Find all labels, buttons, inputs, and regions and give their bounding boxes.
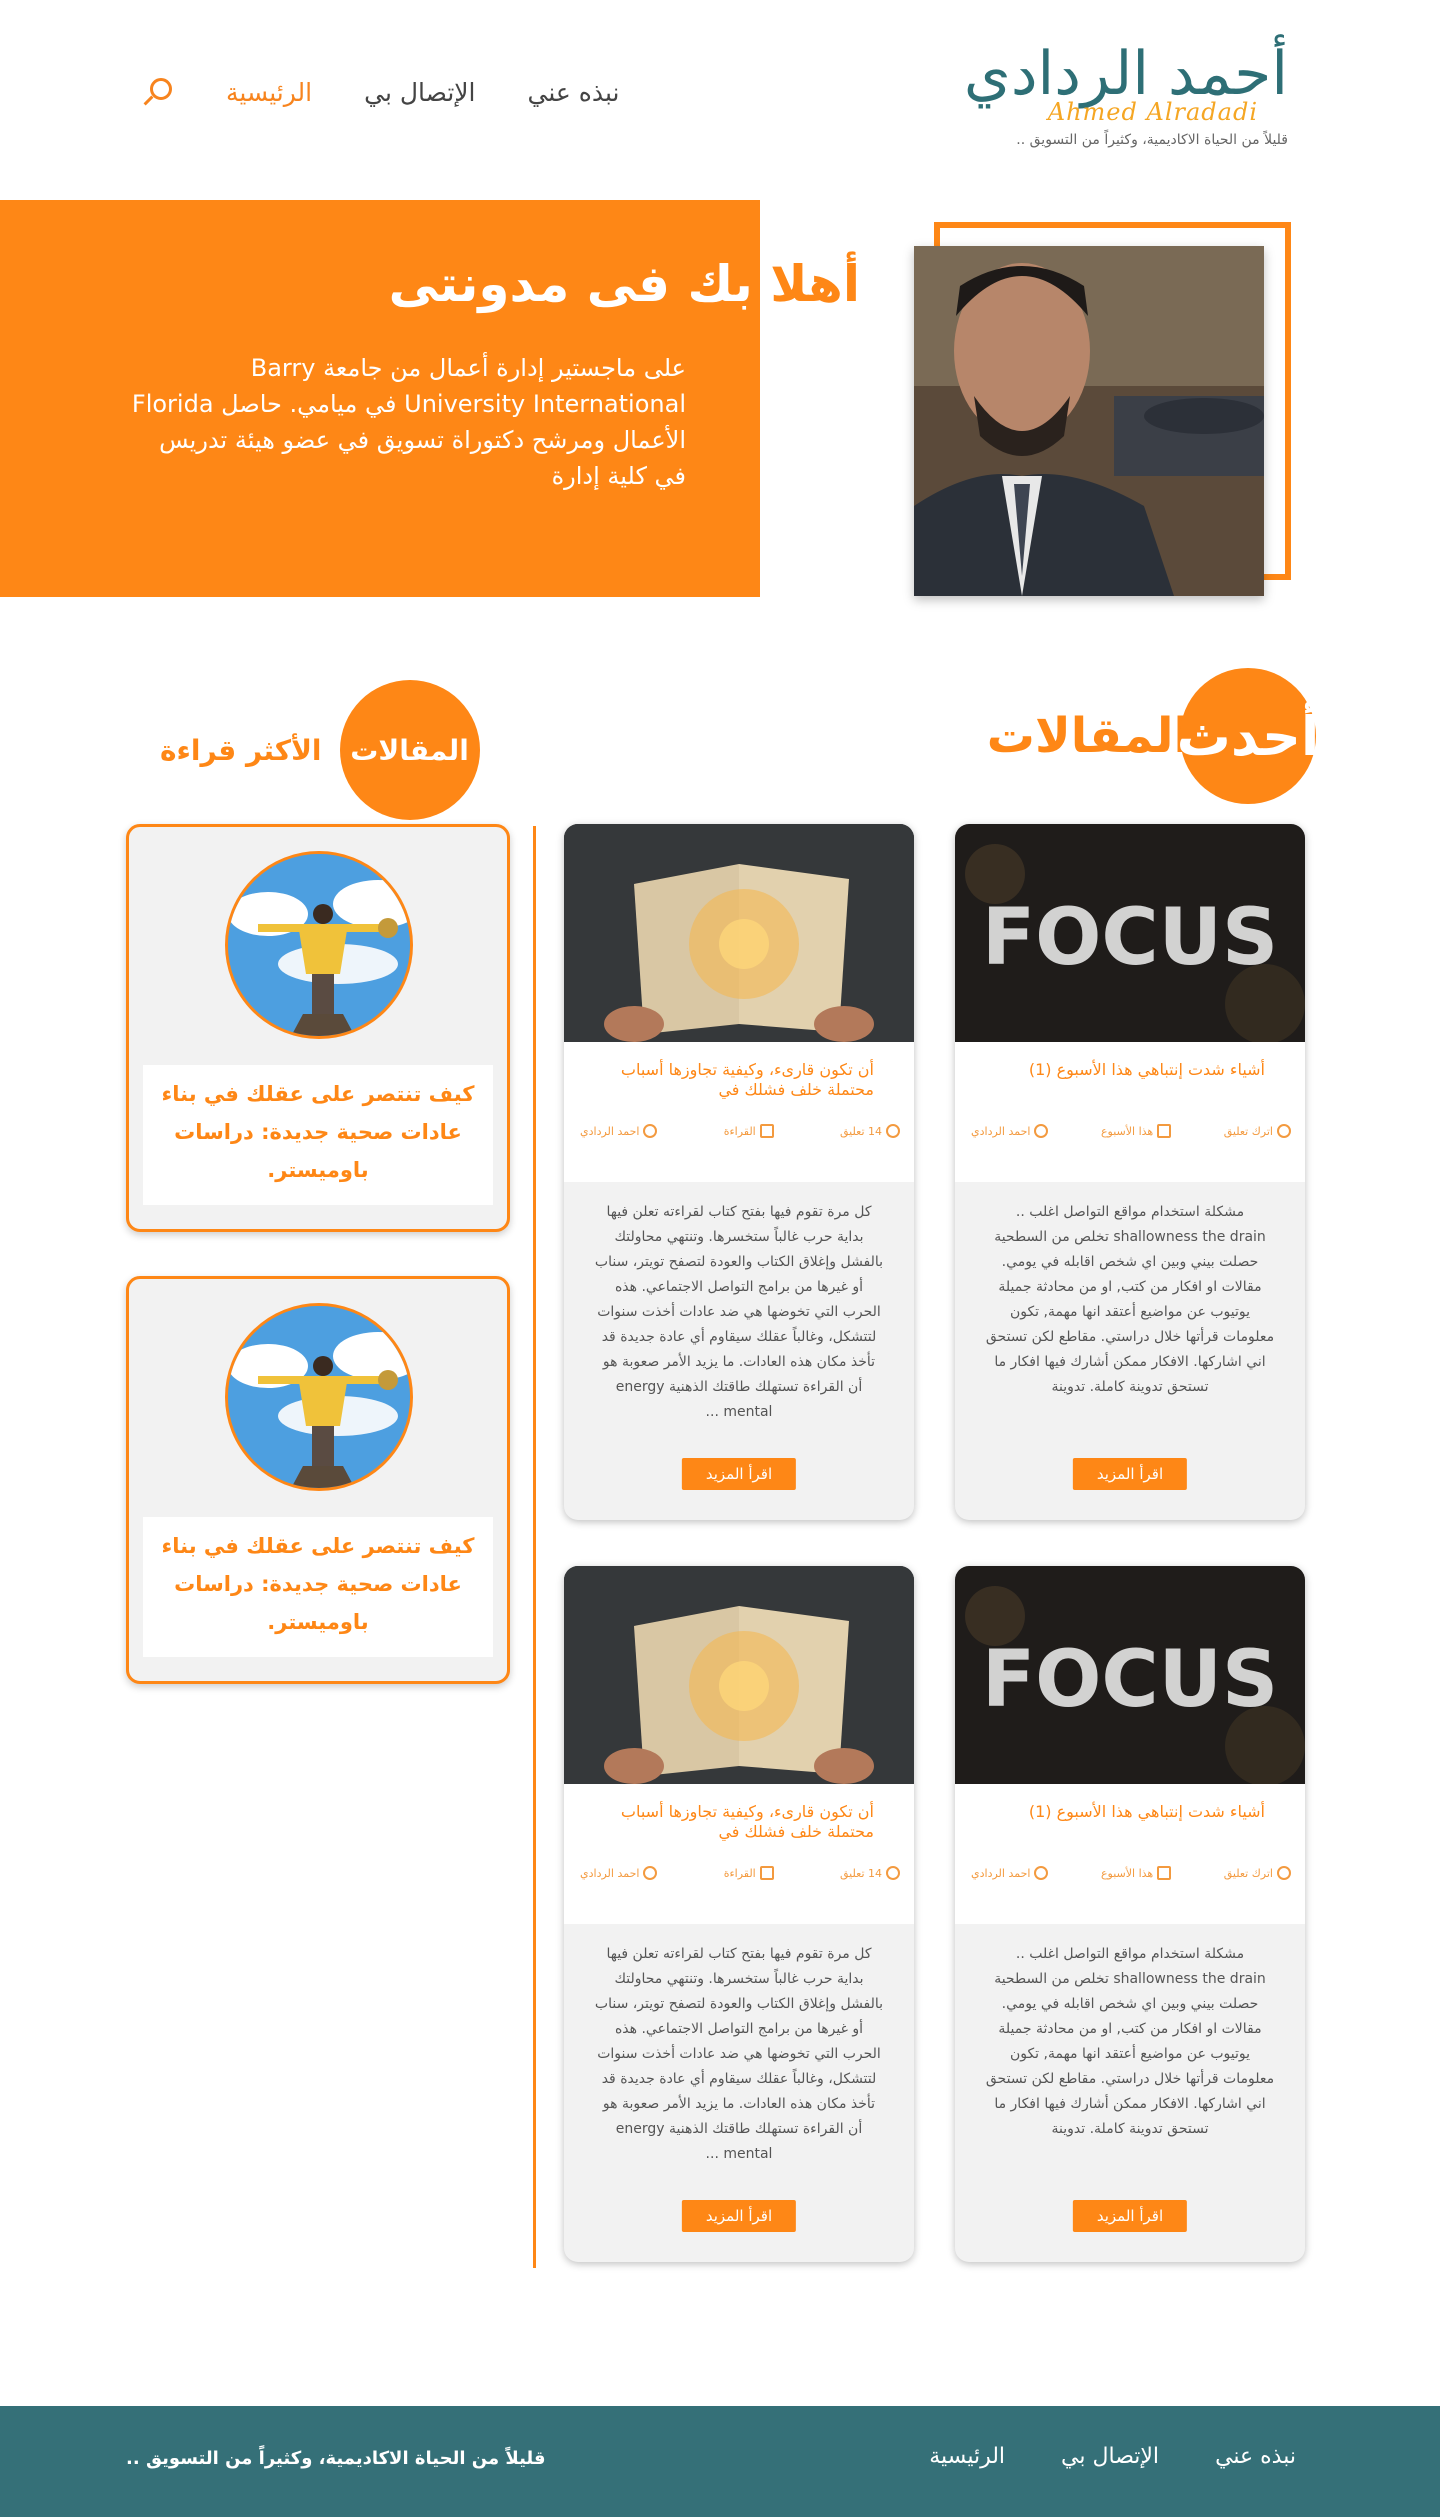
article-card[interactable]: أن تكون قارىء، وكيفية تجاوزها أسباب محتم… bbox=[564, 824, 914, 1520]
author-link[interactable]: احمد الردادي bbox=[580, 1866, 658, 1880]
comment-icon bbox=[886, 1124, 900, 1138]
article-title[interactable]: أن تكون قارىء، وكيفية تجاوزها أسباب محتم… bbox=[582, 1060, 874, 1100]
latest-articles-heading: المقالات أحدث bbox=[986, 668, 1319, 804]
author-link[interactable]: احمد الردادي bbox=[580, 1124, 658, 1138]
article-title[interactable]: أن تكون قارىء، وكيفية تجاوزها أسباب محتم… bbox=[582, 1802, 874, 1842]
main-nav: الرئيسية الإتصال بي نبذه عني bbox=[138, 74, 619, 110]
article-meta: 14 تعليق القراءة احمد الردادي bbox=[580, 1866, 900, 1880]
category-link[interactable]: هذا الأسبوع bbox=[1101, 1866, 1172, 1880]
svg-text:FOCUS: FOCUS bbox=[982, 893, 1278, 983]
hero-title-word1: أهلا bbox=[770, 255, 860, 313]
category-link[interactable]: هذا الأسبوع bbox=[1101, 1124, 1172, 1138]
article-title[interactable]: أشياء شدت إنتباهي هذا الأسبوع (1) bbox=[973, 1060, 1265, 1080]
author-photo bbox=[914, 246, 1264, 596]
popular-article-image bbox=[225, 1303, 413, 1491]
logo-arabic: أحمد الردادي bbox=[963, 39, 1288, 109]
comments-link[interactable]: 14 تعليق bbox=[840, 1124, 900, 1138]
comment-icon bbox=[1277, 1124, 1291, 1138]
popular-article-title[interactable]: كيف تنتصر على عقلك في بناء عادات صحية جد… bbox=[143, 1065, 493, 1205]
article-excerpt: كل مرة تقوم فيها بفتح كتاب لقراءته تعلن … bbox=[594, 1946, 884, 2162]
page: أحمد الردادي Ahmed Alradadi قليلاً من ال… bbox=[0, 0, 1440, 2517]
article-card[interactable]: FOCUS أشياء شدت إنتباهي هذا الأسبوع (1) … bbox=[955, 824, 1305, 1520]
book-image bbox=[564, 1566, 914, 1784]
article-meta: اترك تعليق هذا الأسبوع احمد الردادي bbox=[971, 1866, 1291, 1880]
article-card[interactable]: FOCUS أشياء شدت إنتباهي هذا الأسبوع (1) … bbox=[955, 1566, 1305, 2262]
user-icon bbox=[1034, 1866, 1049, 1880]
hero-text: على ماجستير إدارة أعمال من جامعة Barry U… bbox=[131, 354, 686, 490]
footer-nav-contact[interactable]: الإتصال بي bbox=[1061, 2444, 1159, 2469]
comment-icon bbox=[886, 1866, 900, 1880]
latest-heading-word2: المقالات bbox=[986, 708, 1190, 764]
read-more-button[interactable]: اقرأ المزيد bbox=[681, 2200, 797, 2232]
focus-image: FOCUS bbox=[955, 824, 1305, 1042]
svg-text:FOCUS: FOCUS bbox=[982, 1635, 1278, 1725]
article-meta: 14 تعليق القراءة احمد الردادي bbox=[580, 1124, 900, 1138]
category-icon bbox=[759, 1124, 774, 1138]
category-link[interactable]: القراءة bbox=[724, 1124, 774, 1138]
popular-article-card[interactable]: كيف تنتصر على عقلك في بناء عادات صحية جد… bbox=[126, 1276, 510, 1684]
user-icon bbox=[643, 1866, 658, 1880]
footer-nav-home[interactable]: الرئيسية bbox=[929, 2444, 1005, 2469]
popular-article-title[interactable]: كيف تنتصر على عقلك في بناء عادات صحية جد… bbox=[143, 1517, 493, 1657]
read-more-button[interactable]: اقرأ المزيد bbox=[681, 1458, 797, 1490]
latest-heading-circle: أحدث bbox=[1177, 668, 1319, 804]
user-icon bbox=[1034, 1124, 1049, 1138]
article-excerpt: مشكلة استخدام مواقع التواصل اغلب .. shal… bbox=[985, 1204, 1275, 1395]
read-more-button[interactable]: اقرأ المزيد bbox=[1072, 2200, 1188, 2232]
user-icon bbox=[643, 1124, 658, 1138]
footer-nav-about[interactable]: نبذه عني bbox=[1215, 2444, 1296, 2469]
site-tagline: قليلاً من الحياة الاكاديمية، وكثيراً من … bbox=[1016, 132, 1288, 148]
focus-image: FOCUS bbox=[955, 1566, 1305, 1784]
comments-link[interactable]: اترك تعليق bbox=[1224, 1124, 1291, 1138]
popular-heading-circle: المقالات bbox=[339, 680, 480, 820]
category-icon bbox=[1157, 1124, 1172, 1138]
book-image bbox=[564, 824, 914, 1042]
comment-icon bbox=[1277, 1866, 1291, 1880]
hero-title-rest: بك فى مدونتى bbox=[388, 255, 753, 313]
comments-link[interactable]: 14 تعليق bbox=[840, 1866, 900, 1880]
popular-article-image bbox=[225, 851, 413, 1039]
popular-article-card[interactable]: كيف تنتصر على عقلك في بناء عادات صحية جد… bbox=[126, 824, 510, 1232]
popular-articles-heading: الأكثر قراءة المقالات bbox=[160, 680, 480, 820]
popular-heading-word2: الأكثر قراءة bbox=[160, 733, 322, 767]
site-footer: قليلاً من الحياة الاكاديمية، وكثيراً من … bbox=[0, 2406, 1440, 2517]
category-link[interactable]: القراءة bbox=[724, 1866, 774, 1880]
article-excerpt: مشكلة استخدام مواقع التواصل اغلب .. shal… bbox=[985, 1946, 1275, 2137]
footer-tagline: قليلاً من الحياة الاكاديمية، وكثيراً من … bbox=[126, 2448, 546, 2469]
nav-about[interactable]: نبذه عني bbox=[527, 78, 619, 107]
site-logo[interactable]: أحمد الردادي Ahmed Alradadi قليلاً من ال… bbox=[958, 44, 1288, 148]
nav-contact[interactable]: الإتصال بي bbox=[364, 78, 475, 107]
article-title[interactable]: أشياء شدت إنتباهي هذا الأسبوع (1) bbox=[973, 1802, 1265, 1822]
category-icon bbox=[1157, 1866, 1172, 1880]
column-divider bbox=[533, 826, 536, 2268]
category-icon bbox=[759, 1866, 774, 1880]
author-link[interactable]: احمد الردادي bbox=[971, 1866, 1049, 1880]
comments-link[interactable]: اترك تعليق bbox=[1224, 1866, 1291, 1880]
article-card[interactable]: أن تكون قارىء، وكيفية تجاوزها أسباب محتم… bbox=[564, 1566, 914, 2262]
hero-title: أهلا بك فى مدونتى bbox=[389, 255, 860, 313]
read-more-button[interactable]: اقرأ المزيد bbox=[1072, 1458, 1188, 1490]
article-meta: اترك تعليق هذا الأسبوع احمد الردادي bbox=[971, 1124, 1291, 1138]
author-link[interactable]: احمد الردادي bbox=[971, 1124, 1049, 1138]
article-excerpt: كل مرة تقوم فيها بفتح كتاب لقراءته تعلن … bbox=[594, 1204, 884, 1420]
footer-nav: نبذه عني الإتصال بي الرئيسية bbox=[929, 2444, 1296, 2469]
nav-home[interactable]: الرئيسية bbox=[226, 78, 312, 107]
search-icon[interactable] bbox=[138, 74, 174, 110]
